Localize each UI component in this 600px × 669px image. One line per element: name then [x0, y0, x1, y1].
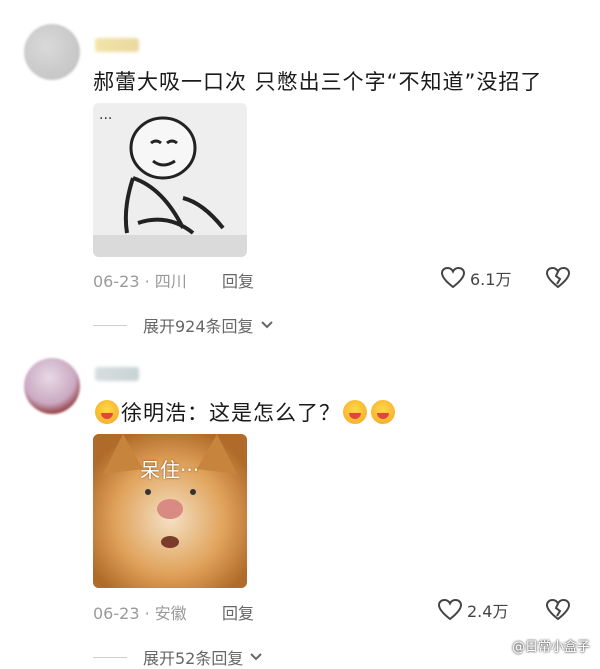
divider: [93, 656, 127, 658]
expand-replies-label: 展开52条回复: [143, 649, 244, 668]
like-count: 6.1万: [470, 270, 512, 289]
date-location: 06-23 · 安徽: [93, 604, 187, 623]
comment-1: 郝蕾大吸一口次 只憋出三个字“不知道”没招了 ··· 06-23 · 四川 回复…: [0, 0, 600, 340]
watermark: @日常小盒子: [511, 640, 590, 655]
avatar[interactable]: [24, 358, 80, 414]
chevron-down-icon: [260, 321, 273, 329]
emoji-icon: [343, 400, 367, 424]
expand-replies[interactable]: 展开52条回复: [93, 645, 263, 669]
like-button[interactable]: 6.1万: [440, 266, 511, 290]
comment-image[interactable]: ···: [93, 103, 247, 257]
comment-text-content: 徐明浩：这是怎么了？: [121, 401, 341, 425]
expand-replies-label: 展开924条回复: [143, 317, 254, 336]
comment-2: 徐明浩：这是怎么了？ 呆住··· 06-23 · 安徽 回复 2.4万 展开52…: [0, 340, 600, 668]
like-button[interactable]: 2.4万: [437, 598, 508, 622]
divider: [93, 324, 127, 326]
expand-replies[interactable]: 展开924条回复: [93, 313, 274, 337]
reply-button[interactable]: 回复: [222, 600, 254, 624]
avatar[interactable]: [24, 24, 80, 80]
username[interactable]: [95, 38, 139, 52]
comment-image[interactable]: 呆住···: [93, 434, 247, 588]
chevron-down-icon: [250, 653, 263, 661]
broken-heart-icon[interactable]: [545, 598, 571, 622]
meme-image: ···: [93, 103, 247, 257]
emoji-icon: [371, 400, 395, 424]
broken-heart-icon[interactable]: [545, 266, 571, 290]
heart-icon: [440, 266, 466, 289]
svg-text:···: ···: [99, 111, 112, 127]
like-count: 2.4万: [467, 602, 509, 621]
comment-text: 郝蕾大吸一口次 只憋出三个字“不知道”没招了: [93, 70, 543, 94]
emoji-icon: [95, 400, 119, 424]
username[interactable]: [95, 367, 139, 381]
comment-text: 徐明浩：这是怎么了？: [93, 397, 397, 427]
reply-button[interactable]: 回复: [222, 268, 254, 292]
heart-icon: [437, 598, 463, 621]
image-caption: 呆住···: [140, 458, 200, 482]
date-location: 06-23 · 四川: [93, 272, 187, 291]
